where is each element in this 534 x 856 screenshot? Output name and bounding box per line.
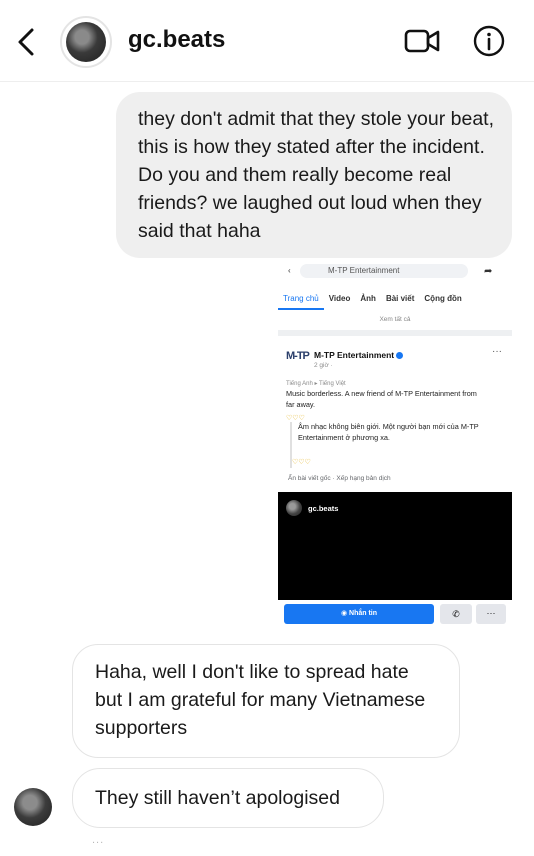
video-embed: gc.beats [278, 492, 512, 600]
phone-icon: ✆ [440, 604, 472, 624]
screenshot-search-text: M-TP Entertainment [300, 264, 468, 278]
divider [278, 330, 512, 336]
see-all-link: Xem tất cả [379, 316, 411, 323]
video-call-icon[interactable] [404, 26, 442, 56]
verified-badge-icon [396, 352, 404, 360]
message-bubble-received[interactable]: They still haven’t apologised [72, 768, 384, 828]
info-icon[interactable] [472, 24, 506, 58]
post-translation: Âm nhạc không biên giới. Một người bạn m… [290, 422, 500, 468]
page-name-text: M-TP Entertainment [314, 350, 395, 360]
chevron-left-icon[interactable] [12, 22, 42, 62]
screenshot-tabs: Trang chủ Video Ảnh Bài viết Cộng đồn [278, 288, 512, 310]
shared-screenshot[interactable]: ‹ M-TP Entertainment ➦ Trang chủ Video Ả… [278, 262, 512, 630]
message-button: ◉ Nhắn tin [284, 604, 434, 624]
chat-header: gc.beats [0, 0, 534, 82]
video-username: gc.beats [308, 504, 339, 513]
more-dots-icon: ··· [492, 346, 502, 357]
tab-posts: Bài viết [385, 294, 415, 303]
tab-community: Cộng đồn [424, 294, 462, 303]
translation-links: Ẩn bài viết gốc · Xếp hạng bản dịch [288, 475, 391, 482]
share-icon: ➦ [484, 266, 493, 277]
avatar[interactable] [60, 16, 112, 68]
more-horizontal-icon: ··· [476, 604, 506, 624]
chat-title[interactable]: gc.beats [128, 26, 225, 54]
reaction-indicator: ... [92, 834, 105, 846]
message-bubble-received[interactable]: Haha, well I don't like to spread hate b… [72, 644, 460, 758]
language-note: Tiếng Anh ▸ Tiếng Việt [286, 381, 346, 387]
avatar [286, 500, 302, 516]
tab-video: Video [328, 294, 351, 303]
post-text: Music borderless. A new friend of M-TP E… [286, 389, 477, 409]
screenshot-search-bar: ‹ M-TP Entertainment ➦ [278, 262, 512, 284]
message-button-label: Nhắn tin [349, 610, 378, 617]
avatar[interactable] [14, 788, 52, 826]
page-name: M-TP Entertainment [314, 350, 404, 360]
page-logo: M-TP [286, 350, 310, 362]
post-time: 2 giờ · [314, 362, 333, 369]
heart-eyes-emoji-icon: ♡♡♡ [292, 459, 311, 466]
tab-home: Trang chủ [278, 288, 324, 310]
message-bubble-sent[interactable]: they don't admit that they stole your be… [116, 92, 512, 258]
heart-eyes-emoji-icon: ♡♡♡ [286, 415, 305, 422]
back-arrow-icon: ‹ [288, 266, 291, 275]
tab-photos: Ảnh [360, 294, 376, 303]
